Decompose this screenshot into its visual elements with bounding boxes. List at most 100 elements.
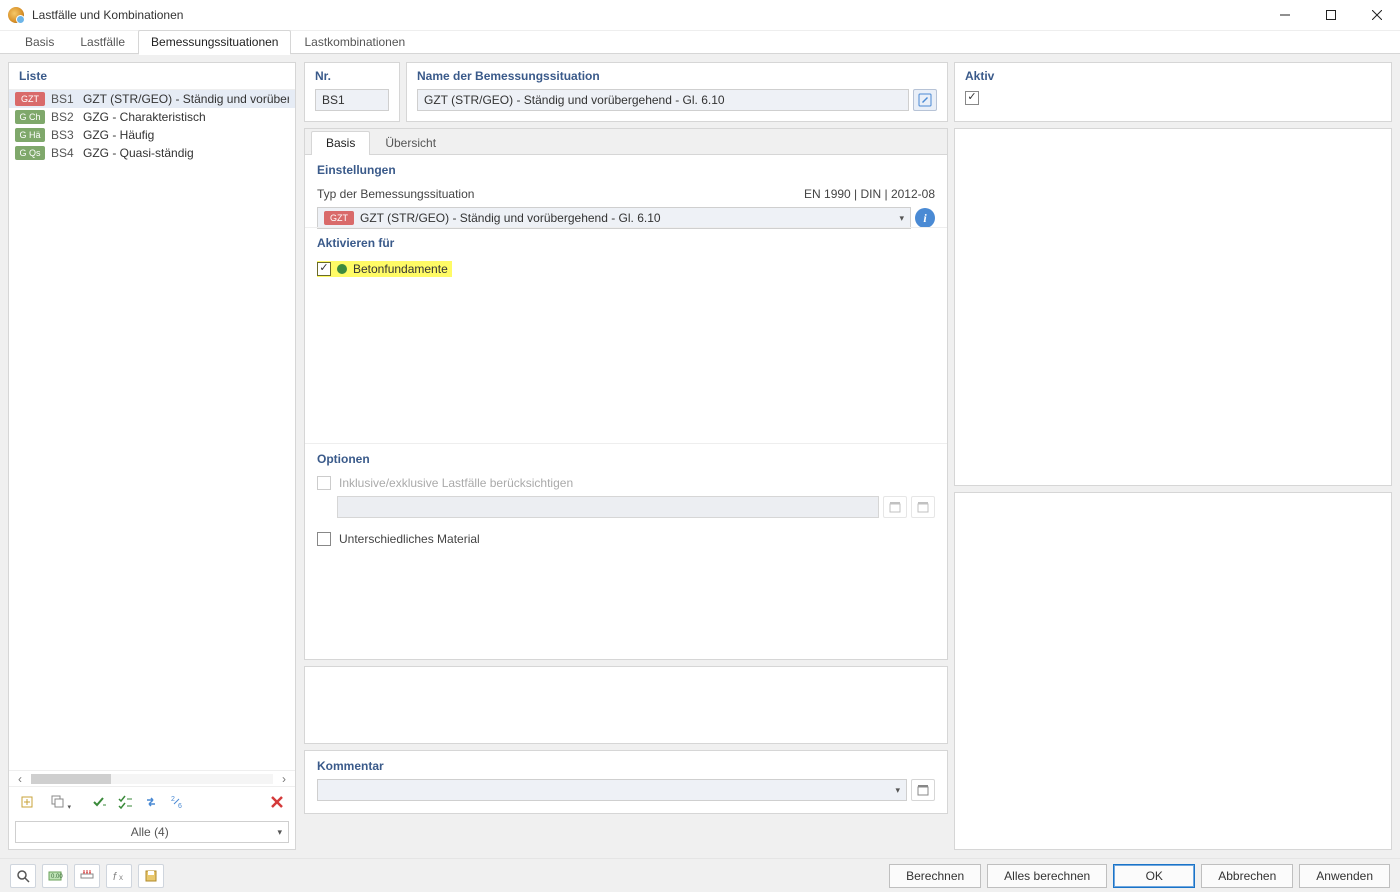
filter-select[interactable]: Alle (4) ▾ [15, 821, 289, 843]
settings-title: Einstellungen [317, 163, 935, 177]
content-area: Liste GZT BS1 GZT (STR/GEO) - Ständig un… [0, 54, 1400, 858]
item-label: GZG - Charakteristisch [83, 110, 206, 124]
material-checkbox[interactable] [317, 532, 331, 546]
type-badge: GZT [324, 211, 354, 225]
footer-search-button[interactable] [10, 864, 36, 888]
nr-title: Nr. [315, 69, 389, 83]
inner-panel: Basis Übersicht Einstellungen Typ der Be… [304, 128, 948, 660]
situation-list: GZT BS1 GZT (STR/GEO) - Ständig und vorü… [9, 90, 295, 770]
comment-title: Kommentar [317, 759, 935, 773]
type-value: GZT (STR/GEO) - Ständig und vorübergehen… [360, 211, 661, 225]
details-main-col: Basis Übersicht Einstellungen Typ der Be… [304, 128, 948, 850]
scroll-right-icon[interactable]: › [277, 772, 291, 786]
chevron-down-icon: ▾ [277, 827, 282, 838]
scroll-left-icon[interactable]: ‹ [13, 772, 27, 786]
type-select[interactable]: GZT GZT (STR/GEO) - Ständig und vorüberg… [317, 207, 911, 229]
inclusive-input [337, 496, 879, 518]
info-button[interactable]: i [915, 208, 935, 228]
footer-save-button[interactable] [138, 864, 164, 888]
stub-panel [304, 666, 948, 744]
comment-pick-button[interactable] [911, 779, 935, 801]
renumber-button[interactable]: 26 [165, 791, 189, 813]
item-label: GZT (STR/GEO) - Ständig und vorübergehen… [83, 92, 289, 106]
new-button[interactable] [15, 791, 39, 813]
aktiv-checkbox[interactable] [965, 91, 979, 105]
aktiv-title: Aktiv [965, 69, 1381, 83]
svg-text:x: x [119, 873, 123, 882]
footer-loadcase-button[interactable] [74, 864, 100, 888]
berechnen-button[interactable]: Berechnen [889, 864, 981, 888]
details-header-row: Nr. BS1 Name der Bemessungssituation GZT… [304, 62, 1392, 122]
inclusive-pick1-button [883, 496, 907, 518]
footer-units-button[interactable]: 0.00 [42, 864, 68, 888]
comment-select[interactable]: ▾ [317, 779, 907, 801]
material-label: Unterschiedliches Material [339, 532, 480, 546]
svg-text:6: 6 [178, 803, 182, 810]
options-title: Optionen [317, 452, 935, 466]
alles-berechnen-button[interactable]: Alles berechnen [987, 864, 1107, 888]
activate-section: Aktivieren für Betonfundamente [305, 227, 947, 443]
tab-lastfaelle[interactable]: Lastfälle [67, 30, 138, 54]
option-material[interactable]: Unterschiedliches Material [317, 532, 935, 546]
name-panel: Name der Bemessungssituation GZT (STR/GE… [406, 62, 948, 122]
abbrechen-button[interactable]: Abbrechen [1201, 864, 1293, 888]
nr-input[interactable]: BS1 [315, 89, 389, 111]
activate-label: Betonfundamente [353, 262, 448, 276]
preview-panel [954, 128, 1392, 486]
list-item[interactable]: GZT BS1 GZT (STR/GEO) - Ständig und vorü… [9, 90, 295, 108]
tab-bemessungssituationen[interactable]: Bemessungssituationen [138, 30, 291, 54]
tab-lastkombinationen[interactable]: Lastkombinationen [291, 30, 418, 54]
svg-text:0.00: 0.00 [51, 874, 63, 880]
list-item[interactable]: G Qs BS4 GZG - Quasi-ständig [9, 144, 295, 162]
list-toolbar: 26 [9, 786, 295, 817]
aktiv-panel: Aktiv [954, 62, 1392, 122]
badge: G Ch [15, 110, 45, 124]
name-title: Name der Bemessungssituation [417, 69, 937, 83]
activate-item[interactable]: Betonfundamente [317, 261, 452, 277]
badge: G Qs [15, 146, 45, 160]
delete-button[interactable] [265, 791, 289, 813]
footer-fx-button[interactable]: fx [106, 864, 132, 888]
check-multi-button[interactable] [113, 791, 137, 813]
inner-tab-uebersicht[interactable]: Übersicht [370, 131, 451, 155]
tab-basis[interactable]: Basis [12, 30, 67, 54]
inclusive-input-row [337, 496, 935, 518]
close-button[interactable] [1354, 0, 1400, 30]
filter-value: Alle (4) [22, 825, 277, 839]
list-hscroll[interactable]: ‹ › [9, 770, 295, 786]
check-single-button[interactable] [87, 791, 111, 813]
type-label: Typ der Bemessungssituation [317, 187, 474, 201]
inner-tabstrip: Basis Übersicht [305, 129, 947, 155]
copy-button[interactable] [41, 791, 75, 813]
list-header: Liste [9, 63, 295, 90]
list-item[interactable]: G Ch BS2 GZG - Charakteristisch [9, 108, 295, 126]
titlebar: Lastfälle und Kombinationen [0, 0, 1400, 30]
name-input[interactable]: GZT (STR/GEO) - Ständig und vorübergehen… [417, 89, 909, 111]
inner-tab-basis[interactable]: Basis [311, 131, 370, 155]
details-side-col [954, 128, 1392, 850]
list-item[interactable]: G Hä BS3 GZG - Häufig [9, 126, 295, 144]
scroll-track[interactable] [31, 774, 273, 784]
settings-section: Einstellungen Typ der Bemessungssituatio… [305, 155, 947, 227]
maximize-button[interactable] [1308, 0, 1354, 30]
swap-button[interactable] [139, 791, 163, 813]
footer: 0.00 fx Berechnen Alles berechnen OK Abb… [0, 858, 1400, 892]
window-title: Lastfälle und Kombinationen [32, 8, 1262, 22]
top-tabstrip: Basis Lastfälle Bemessungssituationen La… [0, 30, 1400, 54]
minimize-button[interactable] [1262, 0, 1308, 30]
scroll-thumb[interactable] [31, 774, 111, 784]
chevron-down-icon: ▾ [899, 213, 904, 224]
option-inclusive: Inklusive/exklusive Lastfälle berücksich… [317, 476, 935, 490]
side-small-panel [954, 492, 1392, 850]
ok-button[interactable]: OK [1113, 864, 1195, 888]
edit-name-button[interactable] [913, 89, 937, 111]
status-dot-icon [337, 264, 347, 274]
item-code: BS3 [51, 128, 77, 142]
inclusive-label: Inklusive/exklusive Lastfälle berücksich… [339, 476, 573, 490]
item-code: BS2 [51, 110, 77, 124]
chevron-down-icon: ▾ [895, 785, 900, 796]
item-code: BS4 [51, 146, 77, 160]
svg-text:f: f [113, 871, 117, 883]
anwenden-button[interactable]: Anwenden [1299, 864, 1390, 888]
activate-checkbox[interactable] [317, 262, 331, 276]
